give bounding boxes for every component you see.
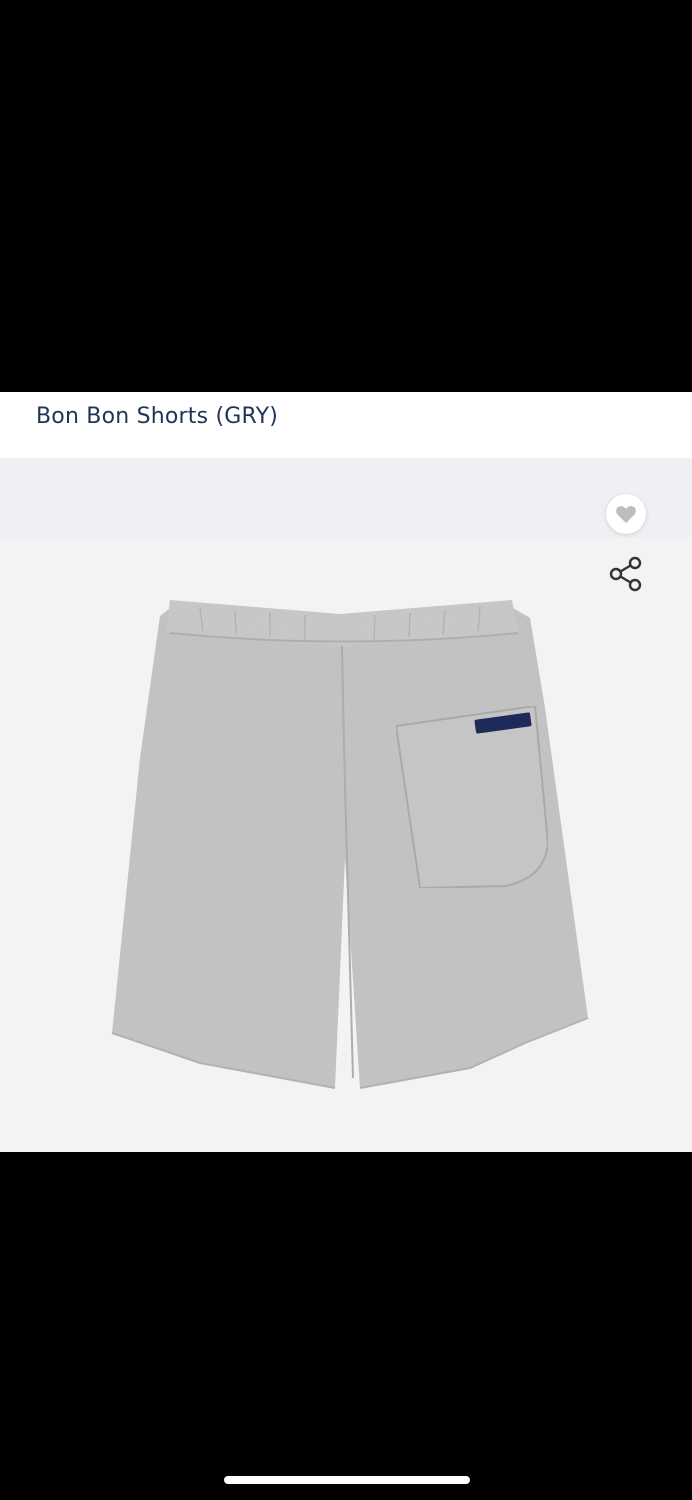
product-title: Bon Bon Shorts (GRY) (36, 404, 279, 429)
top-black-area (0, 0, 692, 392)
product-image[interactable] (0, 458, 692, 1152)
wishlist-button[interactable] (606, 494, 646, 534)
share-icon (609, 556, 642, 592)
home-indicator[interactable] (224, 1476, 470, 1484)
bottom-black-area (0, 1152, 692, 1500)
share-button[interactable] (606, 554, 646, 594)
screen: Bon Bon Shorts (GRY) (0, 0, 692, 1500)
heart-icon (616, 506, 636, 524)
shorts-illustration (111, 600, 589, 1089)
back-pocket (394, 704, 550, 890)
